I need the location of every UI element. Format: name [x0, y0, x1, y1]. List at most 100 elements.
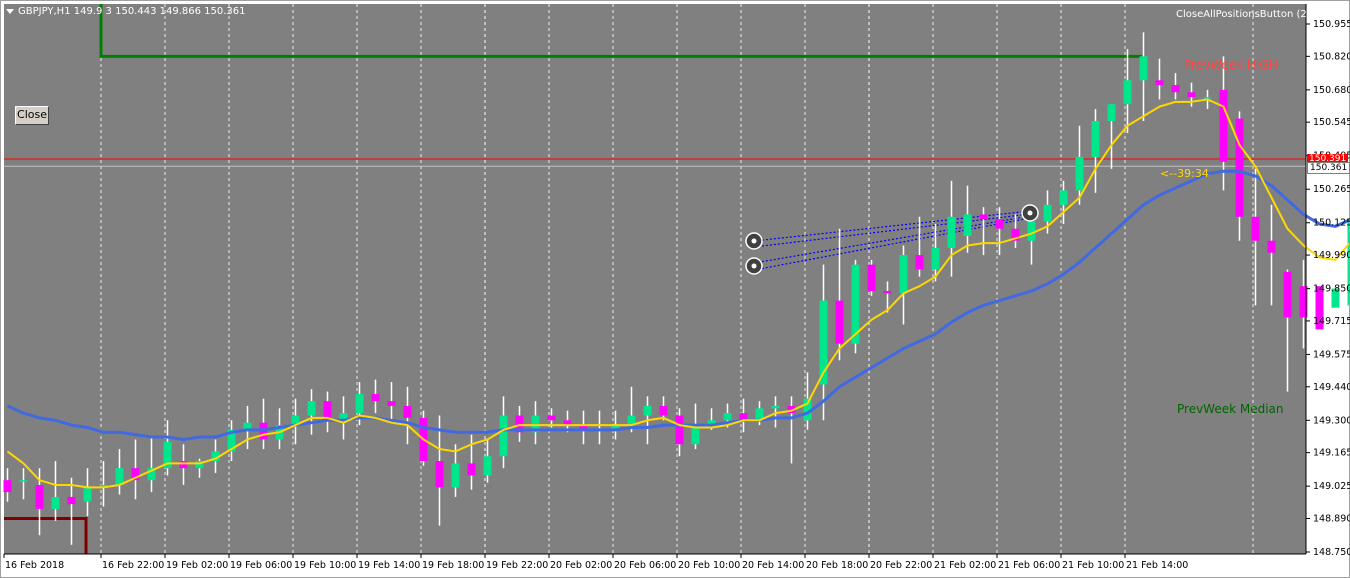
price-tick-label: 149.440	[1313, 382, 1350, 393]
time-tick-label: 21 Feb 14:00	[1126, 560, 1188, 571]
bull-candle-body	[1107, 104, 1116, 121]
bull-candle-body	[643, 405, 652, 416]
bull-candle-body	[1043, 204, 1052, 222]
bull-candle-body	[771, 405, 780, 409]
price-tick-label: 150.545	[1313, 117, 1350, 128]
price-tick-label: 149.025	[1313, 481, 1350, 492]
bull-candle-body	[899, 255, 908, 294]
bear-candle-body	[467, 463, 476, 476]
bear-candle-body	[659, 405, 668, 416]
time-tick-label: 20 Feb 14:00	[742, 560, 804, 571]
bear-candle-body	[995, 219, 1004, 229]
bear-candle-body	[387, 401, 396, 406]
candle-countdown: <--39:34	[1160, 167, 1209, 180]
bear-candle-body	[403, 405, 412, 418]
bull-candle-body	[1027, 221, 1036, 241]
trade-marker-dot	[1027, 210, 1033, 216]
bear-candle-body	[67, 496, 76, 505]
bull-candle-body	[83, 487, 92, 502]
bear-candle-body	[1235, 118, 1244, 217]
bear-candle-body	[547, 415, 556, 421]
bull-candle-body	[1203, 97, 1212, 99]
bear-candle-body	[3, 480, 12, 493]
price-tick-label: 150.955	[1313, 19, 1350, 30]
bull-candle-body	[1123, 80, 1132, 105]
bear-candle-body	[1283, 271, 1292, 318]
time-tick-label: 19 Feb 06:00	[230, 560, 292, 571]
bear-candle-body	[835, 300, 844, 344]
bull-candle-body	[691, 427, 700, 445]
time-tick-label: 20 Feb 06:00	[614, 560, 676, 571]
bear-candle-body	[1251, 216, 1260, 241]
time-tick-label: 16 Feb 22:00	[102, 560, 164, 571]
prev-week-high-label: PrevWeek HIGH	[1184, 58, 1278, 72]
bear-candle-body	[35, 484, 44, 509]
time-tick-label: 19 Feb 22:00	[486, 560, 548, 571]
bull-candle-body	[947, 216, 956, 248]
price-tick-label: 149.715	[1313, 316, 1350, 327]
price-tick-label: 148.750	[1313, 547, 1350, 558]
current-price-box: 150.361	[1307, 162, 1350, 174]
bull-candle-body	[963, 214, 972, 236]
price-tick-label: 148.890	[1313, 513, 1350, 524]
time-tick-label: 21 Feb 06:00	[998, 560, 1060, 571]
bull-candle-body	[307, 401, 316, 416]
time-axis: 16 Feb 2018 16 Feb 22:00 19 Feb 02:00 19 Fe…	[3, 554, 1188, 571]
bull-candle-body	[115, 468, 124, 485]
close-all-positions-label: CloseAllPositionsButton (2)	[1176, 9, 1311, 20]
bear-candle-body	[1267, 240, 1276, 253]
prev-week-median-label: PrevWeek Median	[1177, 402, 1284, 416]
trade-marker-dot	[751, 263, 757, 269]
bull-candle-body	[355, 393, 364, 414]
price-chart[interactable]: 150.955150.820150.680150.545150.405150.2…	[0, 0, 1350, 578]
price-tick-label: 150.820	[1313, 51, 1350, 62]
time-tick-label: 20 Feb 02:00	[550, 560, 612, 571]
price-tick-label: 149.575	[1313, 349, 1350, 360]
time-tick-label: 16 Feb 2018	[5, 560, 64, 571]
bull-candle-body	[1075, 156, 1084, 191]
bear-candle-body	[883, 290, 892, 294]
bull-candle-body	[1139, 56, 1148, 81]
bull-candle-body	[51, 496, 60, 509]
time-tick-label: 19 Feb 18:00	[422, 560, 484, 571]
price-axis: 150.955150.820150.680150.545150.405150.2…	[1306, 19, 1350, 558]
bull-candle-body	[1059, 190, 1068, 205]
price-tick-label: 149.165	[1313, 448, 1350, 459]
time-tick-label: 21 Feb 02:00	[934, 560, 996, 571]
bull-candle-body	[723, 413, 732, 421]
bull-candle-body	[931, 247, 940, 270]
bear-candle-body	[371, 393, 380, 402]
bear-candle-body	[915, 255, 924, 270]
close-all-positions-button[interactable]: CloseAllPositionsButton (2) ☺	[1176, 8, 1326, 20]
bear-candle-body	[867, 264, 876, 291]
bull-candle-body	[1091, 120, 1100, 157]
bear-candle-body	[1219, 89, 1228, 162]
bull-candle-body	[483, 456, 492, 476]
price-tick-label: 149.300	[1313, 415, 1350, 426]
time-tick-label: 20 Feb 10:00	[678, 560, 740, 571]
chart-window: 150.955150.820150.680150.545150.405150.2…	[0, 0, 1350, 578]
time-tick-label: 19 Feb 10:00	[294, 560, 356, 571]
close-button[interactable]: Close	[15, 106, 49, 125]
bear-candle-body	[1187, 92, 1196, 98]
bear-candle-body	[979, 214, 988, 220]
symbol-info: GBPJPY,H1 149.9 3 150.443 149.866 150.36…	[18, 6, 246, 17]
price-tick-label: 150.125	[1313, 218, 1350, 229]
bear-candle-body	[1155, 80, 1164, 86]
bull-candle-body	[499, 415, 508, 457]
time-tick-label: 21 Feb 10:00	[1062, 560, 1124, 571]
time-tick-label: 20 Feb 22:00	[870, 560, 932, 571]
bear-candle-body	[179, 461, 188, 469]
menu-triangle-icon[interactable]	[6, 8, 14, 14]
time-tick-label: 19 Feb 02:00	[166, 560, 228, 571]
price-tick-label: 149.990	[1313, 250, 1350, 261]
bear-candle-body	[675, 415, 684, 445]
price-tick-label: 150.265	[1313, 184, 1350, 195]
bear-candle-body	[435, 461, 444, 488]
symbol-header: GBPJPY,H1 149.9 3 150.443 149.866 150.36…	[6, 6, 246, 17]
bull-candle-body	[451, 463, 460, 488]
smiley-icon: ☺	[1313, 8, 1326, 20]
price-tick-label: 150.680	[1313, 85, 1350, 96]
time-tick-label: 20 Feb 18:00	[806, 560, 868, 571]
trade-marker-dot	[751, 238, 757, 244]
